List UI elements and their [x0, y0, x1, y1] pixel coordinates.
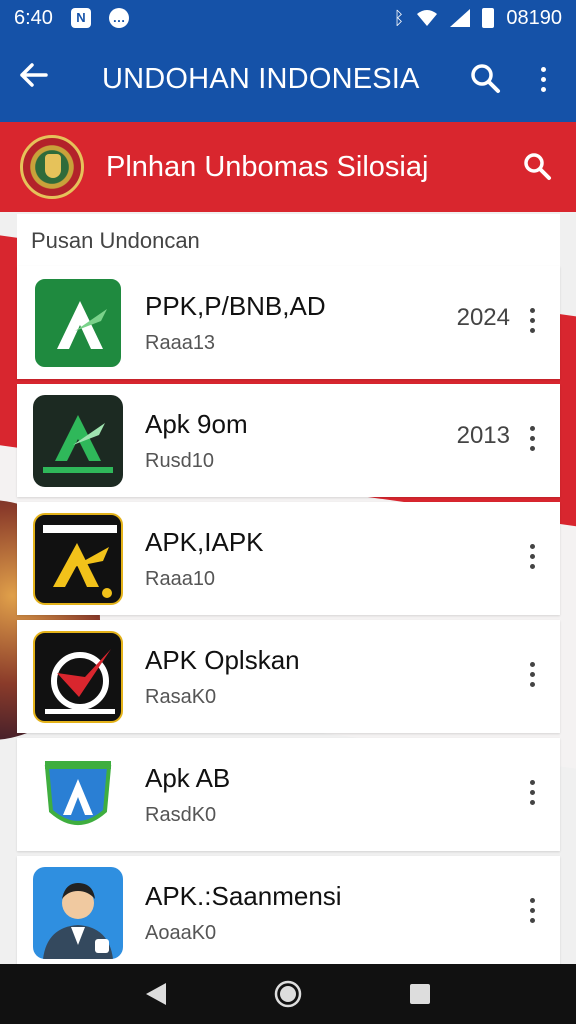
item-more-icon[interactable] [522, 654, 542, 694]
status-bar: 6:40 N … ᛒ 08190 [0, 0, 576, 36]
item-more-icon[interactable] [522, 418, 542, 458]
item-year: 2024 [456, 304, 510, 331]
list-item[interactable]: Apk 9om Rusd10 2013 [17, 384, 560, 497]
nav-recents-icon[interactable] [400, 974, 440, 1014]
item-year: 2013 [456, 422, 510, 449]
nav-home-icon[interactable] [268, 974, 308, 1014]
back-arrow-icon[interactable] [18, 60, 66, 99]
green-ap-icon [33, 276, 123, 369]
item-subtitle: AoaaK0 [145, 921, 217, 944]
emblem-logo [20, 135, 84, 199]
signal-icon [450, 9, 471, 27]
app-list: Pusan Undoncan PPK,P/BNB,AD Raaa13 2024 … [17, 214, 560, 969]
item-title: APK Oplskan [145, 644, 300, 675]
nav-back-icon[interactable] [136, 974, 176, 1014]
red-check-icon [33, 630, 123, 723]
banner-title: Plnhan Unbomas Silosiaj [106, 150, 429, 183]
system-nav-bar [0, 964, 576, 1024]
wifi-icon [417, 10, 438, 26]
item-more-icon[interactable] [522, 890, 542, 930]
search-icon[interactable] [466, 59, 506, 99]
status-right-text: 08190 [506, 6, 562, 29]
item-more-icon[interactable] [522, 536, 542, 576]
list-item[interactable]: Apk AB RasdK0 [17, 738, 560, 851]
battery-icon [482, 8, 495, 28]
more-options-icon[interactable] [528, 59, 558, 99]
notification-icon: N [70, 8, 91, 28]
message-icon: … [108, 8, 129, 28]
banner-search-icon[interactable] [520, 149, 556, 185]
item-subtitle: Raaa10 [145, 567, 216, 590]
item-more-icon[interactable] [522, 300, 542, 340]
item-title: Apk 9om [145, 408, 248, 439]
item-subtitle: RasdK0 [145, 803, 217, 826]
item-title: APK,IAPK [145, 526, 264, 557]
item-subtitle: RasaK0 [145, 685, 217, 708]
status-time: 6:40 [14, 6, 53, 29]
list-header: Pusan Undoncan [17, 214, 560, 266]
item-more-icon[interactable] [522, 772, 542, 812]
item-subtitle: Rusd10 [145, 449, 214, 472]
item-title: Apk AB [145, 762, 231, 793]
list-item[interactable]: APK,IAPK Raaa10 [17, 502, 560, 615]
header-banner: Plnhan Unbomas Silosiaj [0, 122, 576, 212]
item-title: PPK,P/BNB,AD [145, 290, 326, 321]
dark-green-ap-icon [33, 394, 123, 487]
man-avatar-icon [33, 866, 123, 959]
page-title: UNDOHAN INDONESIA [102, 62, 420, 95]
app-bar: UNDOHAN INDONESIA [0, 36, 576, 122]
list-item[interactable]: APK Oplskan RasaK0 [17, 620, 560, 733]
list-item[interactable]: PPK,P/BNB,AD Raaa13 2024 [17, 266, 560, 379]
yellow-ap-icon [33, 512, 123, 605]
blue-shield-icon [33, 748, 123, 841]
item-subtitle: Raaa13 [145, 331, 216, 354]
list-item[interactable]: APK.:Saanmensi AoaaK0 [17, 856, 560, 969]
item-title: APK.:Saanmensi [145, 880, 342, 911]
bluetooth-icon: ᛒ [393, 7, 405, 28]
